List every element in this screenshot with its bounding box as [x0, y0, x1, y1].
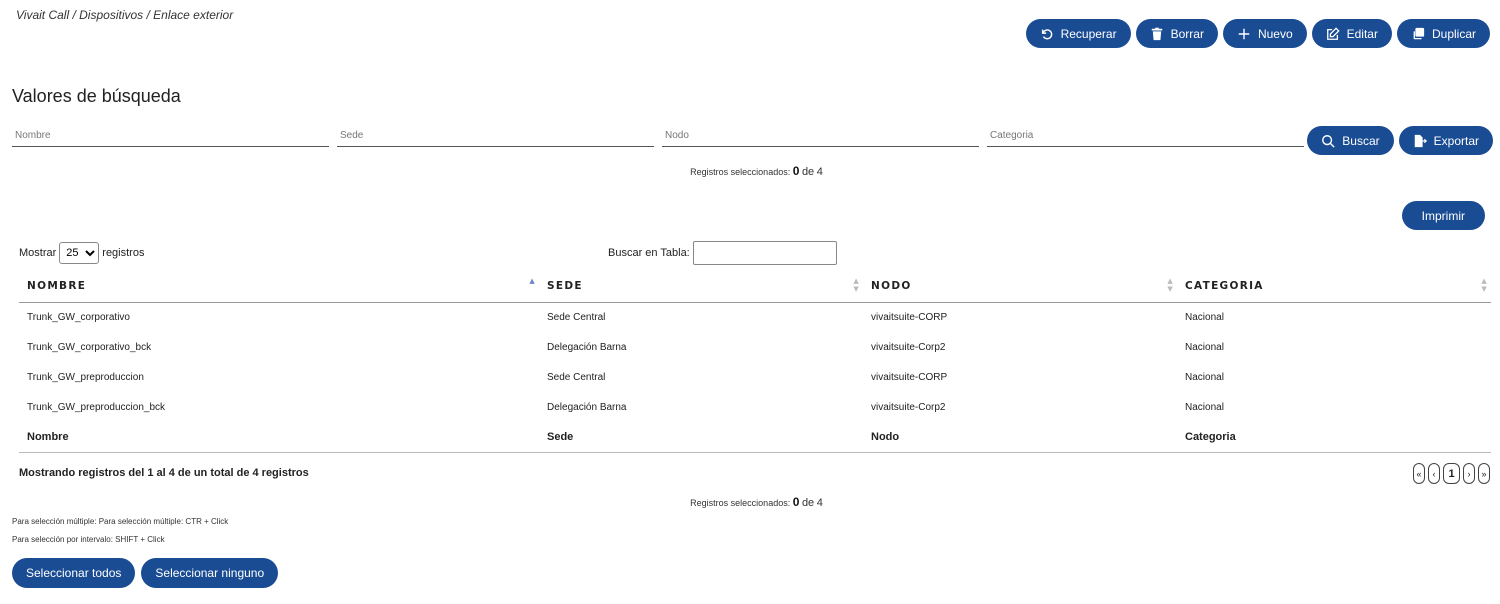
edit-icon [1326, 26, 1340, 40]
cell-categoria: Nacional [1185, 311, 1224, 323]
table-row[interactable]: Trunk_GW_preproduccion Sede Central viva… [19, 362, 1491, 392]
nombre-filter-input[interactable] [12, 128, 329, 147]
footer-nombre: Nombre [19, 422, 539, 453]
trash-icon [1151, 27, 1162, 40]
buscar-label: Buscar [1342, 133, 1380, 148]
cell-categoria: Nacional [1185, 341, 1224, 353]
sede-filter-input[interactable] [337, 128, 654, 147]
copy-icon [1413, 27, 1425, 39]
exportar-button[interactable]: Exportar [1398, 126, 1493, 155]
selected-count: 0 [792, 164, 800, 178]
selected-records-top: Registros seleccionados: 0 de 4 [0, 164, 1500, 178]
records-label: registros [102, 247, 145, 259]
table-info: Mostrando registros del 1 al 4 de un tot… [19, 467, 309, 479]
records-table: NOMBRE ▲ SEDE ▲ ▼ NODO ▲ ▼ CATEGORIA ▲ ▼ Trunk_… [19, 271, 1491, 453]
page-length-control: Mostrar 25 registros [19, 242, 144, 264]
page-1-button[interactable]: 1 [1443, 463, 1460, 484]
table-row[interactable]: Trunk_GW_preproduccion_bck Delegación Ba… [19, 392, 1491, 422]
table-row[interactable]: Trunk_GW_corporativo Sede Central vivait… [19, 302, 1491, 332]
cell-sede: Sede Central [547, 371, 606, 383]
select-none-button[interactable]: Seleccionar ninguno [141, 558, 279, 588]
selection-actions: Seleccionar todos Seleccionar ninguno [12, 558, 279, 588]
editar-button[interactable]: Editar [1311, 19, 1392, 48]
file-export-icon [1414, 134, 1427, 147]
table-header-row: NOMBRE ▲ SEDE ▲ ▼ NODO ▲ ▼ CATEGORIA ▲ ▼ [19, 271, 1491, 303]
buscar-button[interactable]: Buscar [1307, 126, 1394, 155]
multi-select-hint: Para selección múltiple: Para selección … [12, 517, 229, 526]
search-icon [1322, 134, 1335, 148]
cell-nombre: Trunk_GW_preproduccion_bck [27, 401, 166, 413]
table-search-input[interactable] [692, 241, 837, 265]
search-actions: Buscar Exportar [1307, 126, 1493, 155]
selected-total: 4 [816, 166, 823, 178]
categoria-filter-input[interactable] [987, 128, 1304, 147]
recuperar-label: Recuperar [1060, 26, 1117, 41]
cell-nodo: vivaitsuite-CORP [871, 371, 948, 383]
range-select-hint: Para selección por intervalo: SHIFT + Cl… [12, 535, 165, 544]
breadcrumb: Vivait Call / Dispositivos / Enlace exte… [16, 8, 234, 22]
last-page-button[interactable]: » [1478, 463, 1490, 484]
imprimir-button[interactable]: Imprimir [1401, 201, 1485, 230]
selected-count: 0 [792, 495, 800, 509]
duplicar-label: Duplicar [1431, 26, 1476, 41]
cell-nodo: vivaitsuite-CORP [871, 311, 948, 323]
footer-sede: Sede [539, 422, 863, 453]
cell-categoria: Nacional [1185, 371, 1224, 383]
selected-label: Registros seleccionados: [690, 498, 791, 508]
nodo-filter-input[interactable] [662, 128, 979, 147]
table-search: Buscar en Tabla: [608, 241, 837, 265]
sort-icon: ▲ ▼ [853, 277, 860, 293]
prev-page-button[interactable]: ‹ [1428, 463, 1440, 484]
selected-of: de [801, 497, 815, 509]
exportar-label: Exportar [1433, 133, 1479, 148]
next-page-button[interactable]: › [1463, 463, 1475, 484]
show-label: Mostrar [19, 247, 57, 259]
search-section-title: Valores de búsqueda [12, 86, 181, 106]
footer-nodo: Nodo [863, 422, 1177, 453]
sort-icon: ▲ ▼ [1481, 277, 1488, 293]
cell-sede: Delegación Barna [547, 341, 627, 353]
selected-label: Registros seleccionados: [690, 167, 791, 177]
table-footer-row: Nombre Sede Nodo Categoria [19, 422, 1491, 453]
undo-icon [1041, 28, 1052, 39]
cell-nombre: Trunk_GW_corporativo_bck [27, 341, 152, 353]
select-all-button[interactable]: Seleccionar todos [12, 558, 136, 588]
sort-asc-icon: ▲ [529, 277, 536, 285]
nuevo-button[interactable]: Nuevo [1222, 19, 1307, 48]
first-page-button[interactable]: « [1413, 463, 1425, 484]
table-row[interactable]: Trunk_GW_corporativo_bck Delegación Barn… [19, 332, 1491, 362]
borrar-label: Borrar [1170, 26, 1204, 41]
column-header-nodo[interactable]: NODO ▲ ▼ [863, 271, 1177, 303]
cell-sede: Delegación Barna [547, 401, 627, 413]
selected-of: de [801, 166, 815, 178]
selected-total: 4 [816, 497, 823, 509]
selected-records-bottom: Registros seleccionados: 0 de 4 [0, 495, 1500, 509]
pagination: « ‹ 1 › » [1413, 463, 1490, 484]
recuperar-button[interactable]: Recuperar [1025, 19, 1131, 48]
duplicar-button[interactable]: Duplicar [1396, 19, 1490, 48]
nuevo-label: Nuevo [1257, 26, 1293, 41]
sort-icon: ▲ ▼ [1167, 277, 1174, 293]
borrar-button[interactable]: Borrar [1135, 19, 1218, 48]
cell-nodo: vivaitsuite-Corp2 [871, 341, 946, 353]
plus-icon [1238, 28, 1250, 39]
footer-categoria: Categoria [1177, 422, 1491, 453]
editar-label: Editar [1346, 26, 1378, 41]
column-header-categoria[interactable]: CATEGORIA ▲ ▼ [1177, 271, 1491, 303]
table-search-label: Buscar en Tabla: [608, 247, 690, 259]
cell-nodo: vivaitsuite-Corp2 [871, 401, 946, 413]
cell-nombre: Trunk_GW_corporativo [27, 311, 130, 323]
cell-categoria: Nacional [1185, 401, 1224, 413]
page-length-select[interactable]: 25 [59, 242, 100, 264]
column-header-nombre[interactable]: NOMBRE ▲ [19, 271, 539, 303]
cell-sede: Sede Central [547, 311, 606, 323]
column-header-sede[interactable]: SEDE ▲ ▼ [539, 271, 863, 303]
toolbar: Recuperar Borrar Nuevo Editar Duplicar [1025, 19, 1490, 48]
cell-nombre: Trunk_GW_preproduccion [27, 371, 144, 383]
search-filters [12, 128, 1304, 147]
